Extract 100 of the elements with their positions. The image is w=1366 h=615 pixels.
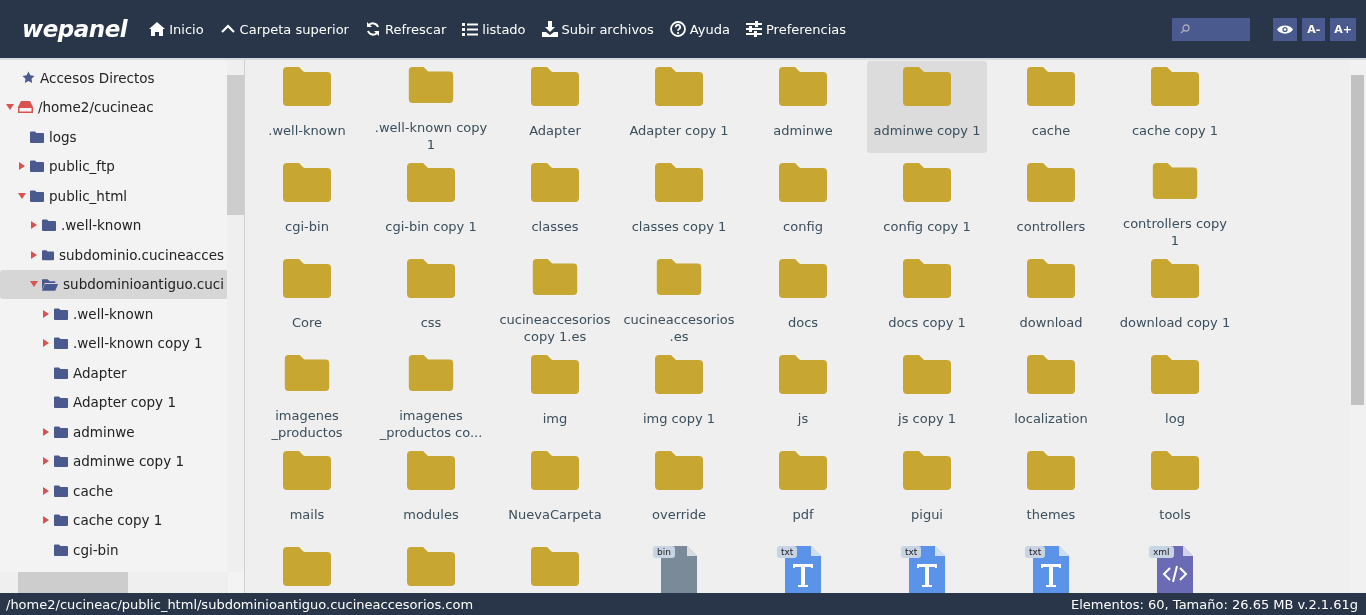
search-field[interactable] (1172, 17, 1251, 41)
toolbar-button[interactable]: Carpeta superior (211, 21, 357, 37)
file-item[interactable]: js copy 1 (867, 349, 987, 441)
file-type-label: txt (1025, 546, 1046, 558)
file-item[interactable]: adminwe (743, 61, 863, 153)
toolbar-button[interactable]: Subir archivos (533, 21, 662, 37)
file-item[interactable]: img (495, 349, 615, 441)
folder-icon (779, 450, 827, 490)
file-item[interactable]: xml (1115, 541, 1235, 593)
file-item[interactable]: log (1115, 349, 1235, 441)
tree-item[interactable]: cache (0, 476, 228, 506)
folder-icon (54, 455, 68, 468)
caret-right-icon[interactable] (30, 221, 38, 230)
file-item[interactable]: Core (247, 253, 367, 345)
folder-icon (407, 162, 455, 202)
tree-item[interactable]: logs (0, 122, 228, 152)
caret-down-icon[interactable] (6, 103, 14, 112)
download-tray-icon (541, 21, 558, 37)
toolbar-button[interactable]: listado (454, 21, 534, 37)
file-item[interactable]: controllers copy 1 (1115, 157, 1235, 249)
tree-item[interactable]: .well-known copy 1 (0, 328, 228, 358)
caret-right-icon[interactable] (30, 250, 38, 259)
toolbar-button[interactable]: Ayuda (661, 21, 738, 37)
file-item[interactable]: docs copy 1 (867, 253, 987, 345)
file-item[interactable]: cgi-bin (247, 157, 367, 249)
file-item[interactable]: cucineaccesorios .es (619, 253, 739, 345)
file-item[interactable]: Adapter copy 1 (619, 61, 739, 153)
file-item[interactable]: txt (991, 541, 1111, 593)
file-item[interactable]: classes copy 1 (619, 157, 739, 249)
tree-item[interactable]: cache copy 1 (0, 505, 228, 535)
file-item[interactable]: config copy 1 (867, 157, 987, 249)
caret-right-icon[interactable] (42, 457, 50, 466)
file-item[interactable]: cache (991, 61, 1111, 153)
caret-right-icon[interactable] (42, 309, 50, 318)
caret-right-icon[interactable] (18, 162, 26, 171)
file-item[interactable]: cache copy 1 (1115, 61, 1235, 153)
caret-right-icon[interactable] (42, 516, 50, 525)
file-item[interactable]: docs (743, 253, 863, 345)
tree-item[interactable]: Adapter (0, 358, 228, 388)
tree-item[interactable]: .well-known (0, 210, 228, 240)
scrollbar[interactable] (0, 572, 228, 593)
file-item[interactable]: override (619, 445, 739, 537)
file-item[interactable]: .well-known (247, 61, 367, 153)
file-item[interactable]: pigui (867, 445, 987, 537)
tree-item[interactable]: /home2/cucineac (0, 92, 228, 122)
file-item[interactable]: modules (371, 445, 491, 537)
scrollbar[interactable] (227, 60, 244, 572)
font-size-button[interactable]: A+ (1330, 17, 1356, 41)
file-item[interactable]: tools (1115, 445, 1235, 537)
file-item[interactable]: adminwe copy 1 (867, 61, 987, 153)
tree-item[interactable]: cgi-bin (0, 535, 228, 565)
file-item[interactable]: localization (991, 349, 1111, 441)
file-item[interactable]: cgi-bin copy 1 (371, 157, 491, 249)
shortcuts-item[interactable]: Accesos Directos (0, 63, 228, 93)
file-item[interactable]: txt (743, 541, 863, 593)
file-name: mails (289, 506, 325, 523)
toolbar-button[interactable]: Preferencias (738, 21, 855, 37)
caret-right-icon[interactable] (42, 339, 50, 348)
file-item[interactable]: txt (867, 541, 987, 593)
caret-down-icon[interactable] (30, 280, 38, 289)
file-item[interactable]: config (743, 157, 863, 249)
file-item[interactable]: bin (619, 541, 739, 593)
file-item[interactable]: cucineaccesorios copy 1.es (495, 253, 615, 345)
file-item[interactable]: NuevaCarpeta (495, 445, 615, 537)
file-item[interactable]: imagenes _productos co... (371, 349, 491, 441)
font-size-button[interactable]: A- (1302, 17, 1326, 41)
tree-item[interactable]: Adapter copy 1 (0, 387, 228, 417)
file-item[interactable]: download copy 1 (1115, 253, 1235, 345)
tree-item[interactable]: .well-known (0, 299, 228, 329)
file-name: classes (531, 218, 579, 235)
file-item[interactable]: pdf (743, 445, 863, 537)
tree-item[interactable]: subdominioantiguo.cuci (0, 269, 228, 299)
caret-down-icon[interactable] (18, 191, 26, 200)
file-item[interactable]: download (991, 253, 1111, 345)
toolbar-button[interactable]: Refrescar (356, 21, 455, 37)
folder-icon (407, 546, 455, 586)
file-item[interactable]: controllers (991, 157, 1111, 249)
file-item[interactable]: mails (247, 445, 367, 537)
file-item[interactable]: Adapter (495, 61, 615, 153)
file-item[interactable]: imagenes _productos (247, 349, 367, 441)
caret-right-icon[interactable] (42, 486, 50, 495)
file-item[interactable]: .well-known copy 1 (371, 61, 491, 153)
tree-item[interactable]: public_ftp (0, 151, 228, 181)
folder-icon (655, 162, 703, 202)
file-item[interactable]: js (743, 349, 863, 441)
file-name: .well-known (268, 122, 346, 139)
tree-item[interactable]: public_html (0, 181, 228, 211)
file-item[interactable]: themes (991, 445, 1111, 537)
file-name: themes (1026, 506, 1076, 523)
logo[interactable]: wepanel (22, 16, 128, 42)
tree-item[interactable]: adminwe (0, 417, 228, 447)
toolbar-button[interactable]: Inicio (141, 21, 212, 37)
file-item[interactable]: css (371, 253, 491, 345)
file-item[interactable]: img copy 1 (619, 349, 739, 441)
file-item[interactable]: classes (495, 157, 615, 249)
tree-item[interactable]: subdominio.cucineacces (0, 240, 228, 270)
caret-right-icon[interactable] (42, 427, 50, 436)
folder-icon (1151, 354, 1199, 394)
tree-item[interactable]: adminwe copy 1 (0, 446, 228, 476)
view-button[interactable] (1273, 17, 1298, 41)
